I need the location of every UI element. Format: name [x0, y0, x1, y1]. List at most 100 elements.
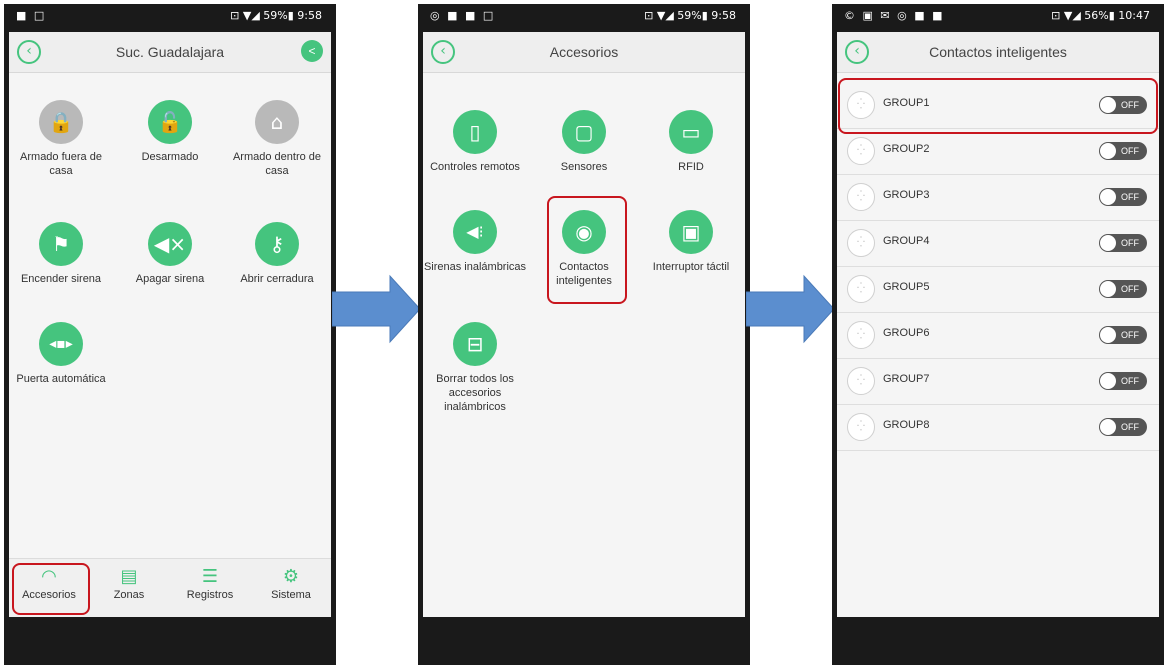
status-left-icons: © ▣ ✉ ◎ ■ ■ — [844, 9, 945, 22]
plug-icon: ⁛ — [847, 275, 875, 303]
siren-icon: ⚑ — [39, 222, 83, 266]
app-screen: ‹ Contactos inteligentes ⁛ GROUP1 OFF ⁛ … — [837, 32, 1159, 617]
key-icon: ⚷ — [255, 222, 299, 266]
nav-label: Zonas — [113, 589, 145, 601]
tile-desarmado[interactable]: 🔓 Desarmado — [116, 100, 224, 164]
toggle-state: OFF — [1121, 330, 1139, 340]
group-label: GROUP7 — [883, 373, 930, 385]
phone-screen-main: ■ □ ⊡ ▼◢ 59%▮ 9:58 ‹ Suc. Guadalajara < … — [4, 4, 336, 665]
app-screen: ‹ Accesorios ▯ Controles remotos ▢ Senso… — [423, 32, 745, 617]
group-label: GROUP5 — [883, 281, 930, 293]
tile-label: Controles remotos — [430, 161, 520, 173]
gate-icon: ◂▪▸ — [39, 322, 83, 366]
gear-icon: ⚙ — [282, 566, 300, 587]
list-item[interactable]: ⁛ GROUP3 OFF — [837, 174, 1159, 221]
status-right-info: ⊡ ▼◢ 59%▮ 9:58 — [644, 9, 736, 22]
plug-icon: ⁛ — [847, 321, 875, 349]
list-item[interactable]: ⁛ GROUP7 OFF — [837, 358, 1159, 405]
tile-apagar-sirena[interactable]: ◀× Apagar sirena — [116, 222, 224, 286]
tile-controles-remotos[interactable]: ▯ Controles remotos — [423, 110, 529, 174]
toggle-state: OFF — [1121, 146, 1139, 156]
status-bar: © ▣ ✉ ◎ ■ ■ ⊡ ▼◢ 56%▮ 10:47 — [832, 4, 1164, 28]
group-label: GROUP6 — [883, 327, 930, 339]
toggle-switch[interactable]: OFF — [1099, 418, 1147, 436]
group-label: GROUP8 — [883, 419, 930, 431]
group-label: GROUP4 — [883, 235, 930, 247]
tile-encender-sirena[interactable]: ⚑ Encender sirena — [9, 222, 115, 286]
tile-label: Armado dentro de casa — [232, 151, 322, 177]
app-bar: ‹ Accesorios — [423, 32, 745, 73]
tile-abrir-cerradura[interactable]: ⚷ Abrir cerradura — [223, 222, 331, 286]
toggle-state: OFF — [1121, 376, 1139, 386]
status-left-icons: ■ □ — [16, 9, 47, 22]
tile-label: Apagar sirena — [135, 273, 205, 285]
flow-arrow — [332, 274, 421, 344]
toggle-state: OFF — [1121, 422, 1139, 432]
plug-icon: ⁛ — [847, 367, 875, 395]
phone-screen-contactos: © ▣ ✉ ◎ ■ ■ ⊡ ▼◢ 56%▮ 10:47 ‹ Contactos … — [832, 4, 1164, 665]
nav-label: Sistema — [271, 589, 311, 601]
tile-label: Sensores — [560, 161, 608, 173]
tile-label: Puerta automática — [16, 373, 106, 385]
remote-icon: ▯ — [453, 110, 497, 154]
nav-zonas[interactable]: ▤ Zonas — [89, 565, 169, 601]
toggle-state: OFF — [1121, 238, 1139, 248]
toggle-switch[interactable]: OFF — [1099, 142, 1147, 160]
toggle-state: OFF — [1121, 284, 1139, 294]
list-item[interactable]: ⁛ GROUP5 OFF — [837, 266, 1159, 313]
list-item[interactable]: ⁛ GROUP2 OFF — [837, 128, 1159, 175]
page-title: Accesorios — [549, 44, 619, 60]
nav-label: Registros — [186, 589, 234, 601]
plug-icon: ⁛ — [847, 137, 875, 165]
phone-screen-accesorios: ◎ ■ ■ □ ⊡ ▼◢ 59%▮ 9:58 ‹ Accesorios ▯ Co… — [418, 4, 750, 665]
tile-interruptor-tactil[interactable]: ▣ Interruptor táctil — [637, 210, 745, 274]
group-label: GROUP3 — [883, 189, 930, 201]
tile-borrar-todos[interactable]: ⊟ Borrar todos los accesorios inalámbric… — [423, 322, 529, 414]
status-bar: ◎ ■ ■ □ ⊡ ▼◢ 59%▮ 9:58 — [418, 4, 750, 28]
lock-icon: 🔒 — [39, 100, 83, 144]
toggle-switch[interactable]: OFF — [1099, 372, 1147, 390]
tile-label: Interruptor táctil — [652, 261, 730, 273]
home-icon: ⌂ — [255, 100, 299, 144]
touch-switch-icon: ▣ — [669, 210, 713, 254]
tile-label: Desarmado — [141, 151, 199, 163]
nav-sistema[interactable]: ⚙ Sistema — [251, 565, 331, 601]
tile-rfid[interactable]: ▭ RFID — [637, 110, 745, 174]
list-item[interactable]: ⁛ GROUP8 OFF — [837, 404, 1159, 451]
delete-all-icon: ⊟ — [453, 322, 497, 366]
toggle-switch[interactable]: OFF — [1099, 188, 1147, 206]
tile-label: Abrir cerradura — [240, 273, 314, 285]
tile-sirenas-inalambricas[interactable]: ◀⁝ Sirenas inalámbricas — [423, 210, 529, 274]
list-icon: ☰ — [201, 566, 219, 587]
status-bar: ■ □ ⊡ ▼◢ 59%▮ 9:58 — [4, 4, 336, 28]
app-bar: ‹ Suc. Guadalajara < — [9, 32, 331, 73]
rfid-icon: ▭ — [669, 110, 713, 154]
tile-label: RFID — [678, 161, 704, 173]
siren-speaker-icon: ◀⁝ — [453, 210, 497, 254]
nav-registros[interactable]: ☰ Registros — [170, 565, 250, 601]
toggle-state: OFF — [1121, 192, 1139, 202]
sensor-icon: ▢ — [562, 110, 606, 154]
tile-label: Armado fuera de casa — [20, 151, 102, 177]
page-title: Suc. Guadalajara — [115, 44, 225, 60]
toggle-switch[interactable]: OFF — [1099, 280, 1147, 298]
list-item[interactable]: ⁛ GROUP4 OFF — [837, 220, 1159, 267]
app-bar: ‹ Contactos inteligentes — [837, 32, 1159, 73]
book-icon: ▤ — [120, 566, 138, 587]
page-title: Contactos inteligentes — [929, 44, 1067, 60]
tile-armado-fuera[interactable]: 🔒 Armado fuera de casa — [9, 100, 115, 178]
share-icon[interactable]: < — [301, 40, 323, 62]
tile-sensores[interactable]: ▢ Sensores — [530, 110, 638, 174]
list-item[interactable]: ⁛ GROUP6 OFF — [837, 312, 1159, 359]
tile-armado-dentro[interactable]: ⌂ Armado dentro de casa — [223, 100, 331, 178]
toggle-switch[interactable]: OFF — [1099, 234, 1147, 252]
app-screen: ‹ Suc. Guadalajara < 🔒 Armado fuera de c… — [9, 32, 331, 617]
tile-label: Sirenas inalámbricas — [423, 261, 527, 273]
status-left-icons: ◎ ■ ■ □ — [430, 9, 496, 22]
status-right-info: ⊡ ▼◢ 59%▮ 9:58 — [230, 9, 322, 22]
plug-icon: ⁛ — [847, 229, 875, 257]
plug-icon: ⁛ — [847, 183, 875, 211]
tile-label: Encender sirena — [20, 273, 102, 285]
tile-puerta-automatica[interactable]: ◂▪▸ Puerta automática — [9, 322, 115, 386]
toggle-switch[interactable]: OFF — [1099, 326, 1147, 344]
